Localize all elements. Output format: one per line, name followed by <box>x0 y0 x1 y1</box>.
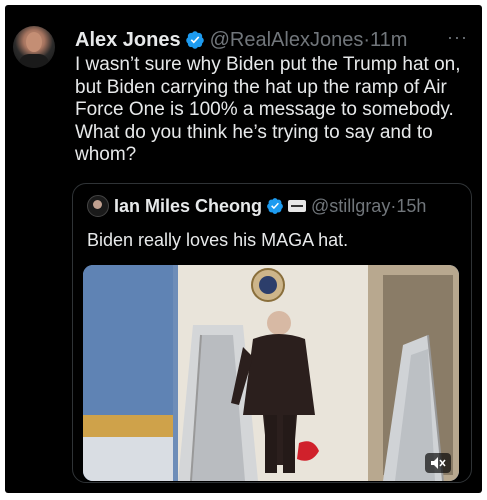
quoted-tweet-header: Ian Miles Cheong @stillgray·15h <box>87 195 426 217</box>
affiliation-badge-icon <box>288 200 307 212</box>
verified-badge-icon <box>267 198 283 214</box>
quoted-author-avatar[interactable] <box>87 195 109 217</box>
author-name[interactable]: Alex Jones <box>75 29 181 52</box>
more-options-button[interactable]: ··· <box>447 27 468 48</box>
video-frame <box>83 265 459 481</box>
video-player[interactable] <box>83 265 459 481</box>
volume-mute-icon[interactable] <box>425 453 451 473</box>
verified-badge-icon <box>185 31 204 49</box>
quoted-tweet[interactable]: Ian Miles Cheong @stillgray·15h Biden re… <box>72 183 472 483</box>
author-handle[interactable]: @RealAlexJones·11m <box>210 29 408 52</box>
tweet-time[interactable]: 11m <box>370 29 407 51</box>
quoted-author-handle-text: @stillgray <box>311 195 391 216</box>
tweet-header: Alex Jones @RealAlexJones·11m <box>75 27 462 53</box>
tweet-text: I wasn’t sure why Biden put the Trump ha… <box>75 54 461 165</box>
tweet-card[interactable]: Alex Jones @RealAlexJones·11m ··· I wasn… <box>5 5 482 493</box>
author-handle-text: @RealAlexJones <box>209 28 364 51</box>
quoted-tweet-text: Biden really loves his MAGA hat. <box>87 230 349 250</box>
quoted-author-name[interactable]: Ian Miles Cheong <box>114 196 262 217</box>
quoted-tweet-time[interactable]: 15h <box>396 196 426 216</box>
quoted-author-handle[interactable]: @stillgray·15h <box>311 196 426 217</box>
author-avatar[interactable] <box>13 26 55 68</box>
